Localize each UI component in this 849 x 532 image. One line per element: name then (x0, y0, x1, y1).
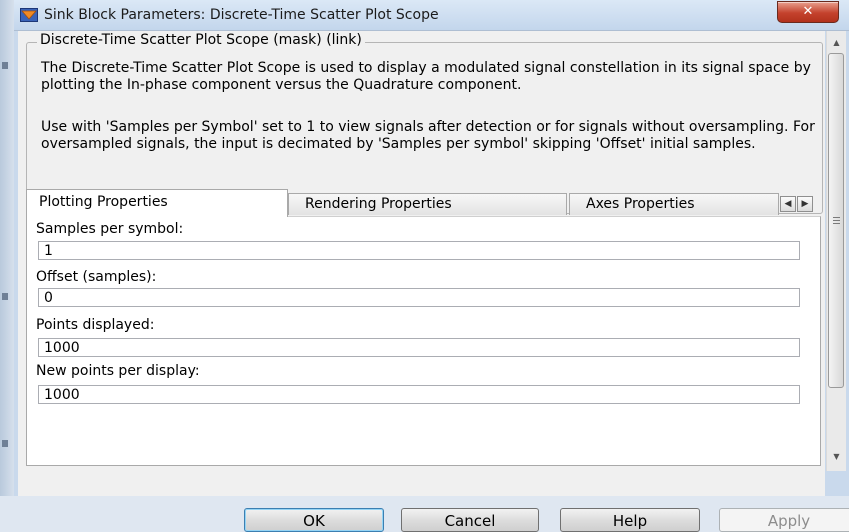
tab-scroll-left-button[interactable]: ◀ (780, 196, 796, 212)
tab-plotting-properties[interactable]: Plotting Properties (26, 189, 288, 217)
scroll-up-button[interactable]: ▲ (827, 35, 846, 51)
arrow-down-icon: ▼ (833, 452, 840, 461)
points-displayed-input[interactable] (38, 338, 800, 357)
new-points-per-display-input[interactable] (38, 385, 800, 404)
thumb-grip (833, 223, 840, 224)
block-parameters-dialog: Sink Block Parameters: Discrete-Time Sca… (14, 0, 849, 532)
tab-label: Axes Properties (586, 196, 695, 212)
dialog-client-area: Discrete-Time Scatter Plot Scope (mask) … (18, 31, 849, 532)
help-button[interactable]: Help (560, 508, 700, 532)
background-window-strip (0, 0, 15, 496)
cancel-button[interactable]: Cancel (401, 508, 539, 532)
strip-mark (2, 293, 8, 300)
samples-per-symbol-label: Samples per symbol: (36, 221, 184, 237)
apply-button[interactable]: Apply (719, 508, 849, 532)
scrollbar-thumb[interactable] (828, 53, 844, 388)
plotting-properties-panel: Samples per symbol: Offset (samples): Po… (26, 216, 821, 466)
tab-rendering-properties[interactable]: Rendering Properties (288, 193, 567, 215)
thumb-grip (833, 220, 840, 221)
points-displayed-label: Points displayed: (36, 317, 155, 333)
tab-label: Plotting Properties (39, 194, 168, 210)
strip-mark (2, 440, 8, 447)
description-group-title: Discrete-Time Scatter Plot Scope (mask) … (37, 32, 365, 48)
ok-button[interactable]: OK (244, 508, 384, 532)
tab-label: Rendering Properties (305, 196, 452, 212)
samples-per-symbol-input[interactable] (38, 241, 800, 260)
offset-samples-label: Offset (samples): (36, 269, 157, 285)
parameter-tabs: Plotting Properties Rendering Properties… (26, 189, 821, 217)
arrow-up-icon: ▲ (833, 38, 840, 47)
arrow-left-icon: ◀ (784, 199, 792, 209)
description-paragraph-2: Use with 'Samples per Symbol' set to 1 t… (41, 119, 815, 152)
tab-axes-properties[interactable]: Axes Properties (569, 193, 779, 215)
strip-mark (2, 62, 8, 69)
arrow-right-icon: ▶ (801, 199, 809, 209)
new-points-per-display-label: New points per display: (36, 363, 200, 379)
offset-samples-input[interactable] (38, 288, 800, 307)
tab-scroll-right-button[interactable]: ▶ (797, 196, 813, 212)
description-paragraph-1: The Discrete-Time Scatter Plot Scope is … (41, 60, 811, 93)
thumb-grip (833, 217, 840, 218)
window-title: Sink Block Parameters: Discrete-Time Sca… (44, 7, 439, 23)
close-icon: ✕ (802, 4, 814, 19)
simulink-block-icon (20, 8, 38, 22)
close-button[interactable]: ✕ (777, 1, 839, 23)
title-bar[interactable]: Sink Block Parameters: Discrete-Time Sca… (14, 0, 849, 31)
scroll-down-button[interactable]: ▼ (827, 449, 846, 465)
vertical-scrollbar[interactable]: ▲ ▼ (826, 31, 846, 471)
